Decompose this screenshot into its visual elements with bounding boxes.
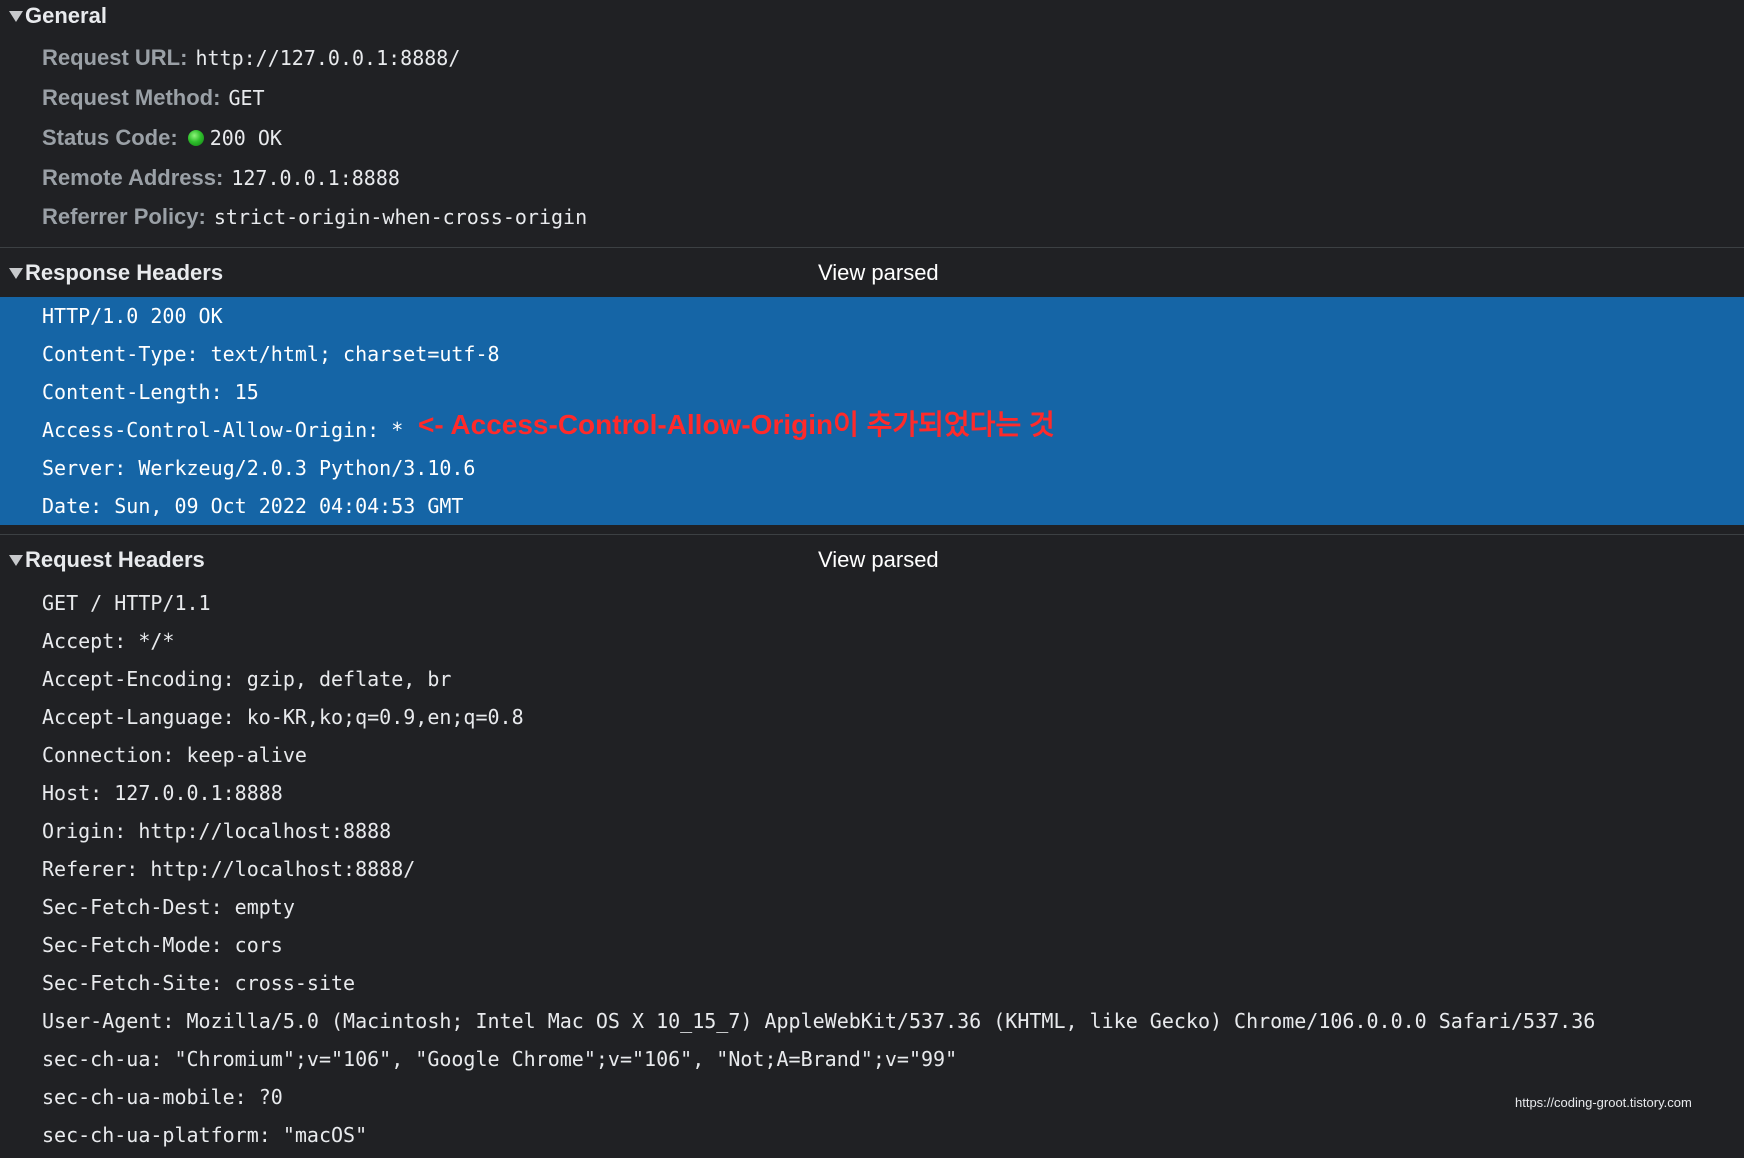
response-header-line: Date: Sun, 09 Oct 2022 04:04:53 GMT <box>42 494 464 518</box>
request-header-line: Accept-Encoding: gzip, deflate, br <box>42 667 452 691</box>
request-header-line: Accept-Language: ko-KR,ko;q=0.9,en;q=0.8 <box>42 705 524 729</box>
remote-address-label: Remote Address: <box>42 165 224 190</box>
section-divider <box>0 247 1744 248</box>
triangle-down-icon[interactable] <box>9 11 23 22</box>
request-header-line: Sec-Fetch-Site: cross-site <box>42 971 356 995</box>
request-url-value: http://127.0.0.1:8888/ <box>195 46 461 70</box>
response-header-line: Server: Werkzeug/2.0.3 Python/3.10.6 <box>42 456 476 480</box>
annotation-text: <- Access-Control-Allow-Origin이 추가되었다는 것 <box>418 409 1055 440</box>
request-headers-section-header[interactable]: Request Headers View parsed <box>0 544 1744 584</box>
general-row-remote-address: Remote Address: 127.0.0.1:8888 <box>42 160 400 196</box>
response-header-line: HTTP/1.0 200 OK <box>42 304 223 328</box>
request-header-line: sec-ch-ua-platform: "macOS" <box>42 1123 368 1147</box>
request-header-line: Connection: keep-alive <box>42 743 307 767</box>
response-headers-section-header[interactable]: Response Headers View parsed <box>0 257 1744 297</box>
request-view-parsed-button[interactable]: View parsed <box>818 544 939 576</box>
response-header-line: Content-Type: text/html; charset=utf-8 <box>42 342 500 366</box>
referrer-policy-label: Referrer Policy: <box>42 204 206 229</box>
request-header-line: Sec-Fetch-Dest: empty <box>42 895 295 919</box>
green-status-dot-icon <box>187 130 204 146</box>
response-view-parsed-button[interactable]: View parsed <box>818 257 939 289</box>
request-header-line: Origin: http://localhost:8888 <box>42 819 392 843</box>
general-section-header[interactable]: General <box>0 0 1744 40</box>
remote-address-value: 127.0.0.1:8888 <box>231 166 400 190</box>
request-url-label: Request URL: <box>42 45 188 70</box>
request-header-line: GET / HTTP/1.1 <box>42 591 211 615</box>
request-headers-title: Request Headers <box>25 547 205 572</box>
general-row-referrer-policy: Referrer Policy: strict-origin-when-cross… <box>42 199 587 235</box>
watermark-text: https://coding-groot.tistory.com <box>1515 1095 1692 1110</box>
general-row-request-url: Request URL: http://127.0.0.1:8888/ <box>42 40 460 76</box>
general-section-title: General <box>25 3 107 28</box>
request-header-line: Referer: http://localhost:8888/ <box>42 857 416 881</box>
request-method-label: Request Method: <box>42 85 221 110</box>
status-code-label: Status Code: <box>42 125 178 150</box>
request-header-line: Accept: */* <box>42 629 175 653</box>
referrer-policy-value: strict-origin-when-cross-origin <box>213 205 588 229</box>
triangle-down-icon[interactable] <box>9 268 23 279</box>
request-header-line: User-Agent: Mozilla/5.0 (Macintosh; Inte… <box>42 1009 1596 1033</box>
status-code-value: 200 OK <box>209 126 282 150</box>
request-header-line: Host: 127.0.0.1:8888 <box>42 781 283 805</box>
general-row-request-method: Request Method: GET <box>42 80 265 116</box>
response-headers-title: Response Headers <box>25 260 224 285</box>
response-header-line: Content-Length: 15 <box>42 380 259 404</box>
request-method-value: GET <box>228 86 265 110</box>
request-header-line: Sec-Fetch-Mode: cors <box>42 933 283 957</box>
triangle-down-icon[interactable] <box>9 555 23 566</box>
response-header-line: Access-Control-Allow-Origin: * <box>42 418 404 442</box>
request-header-line: sec-ch-ua-mobile: ?0 <box>42 1085 283 1109</box>
request-header-line: sec-ch-ua: "Chromium";v="106", "Google C… <box>42 1047 958 1071</box>
section-divider <box>0 534 1744 535</box>
general-row-status-code: Status Code: 200 OK <box>42 120 282 156</box>
